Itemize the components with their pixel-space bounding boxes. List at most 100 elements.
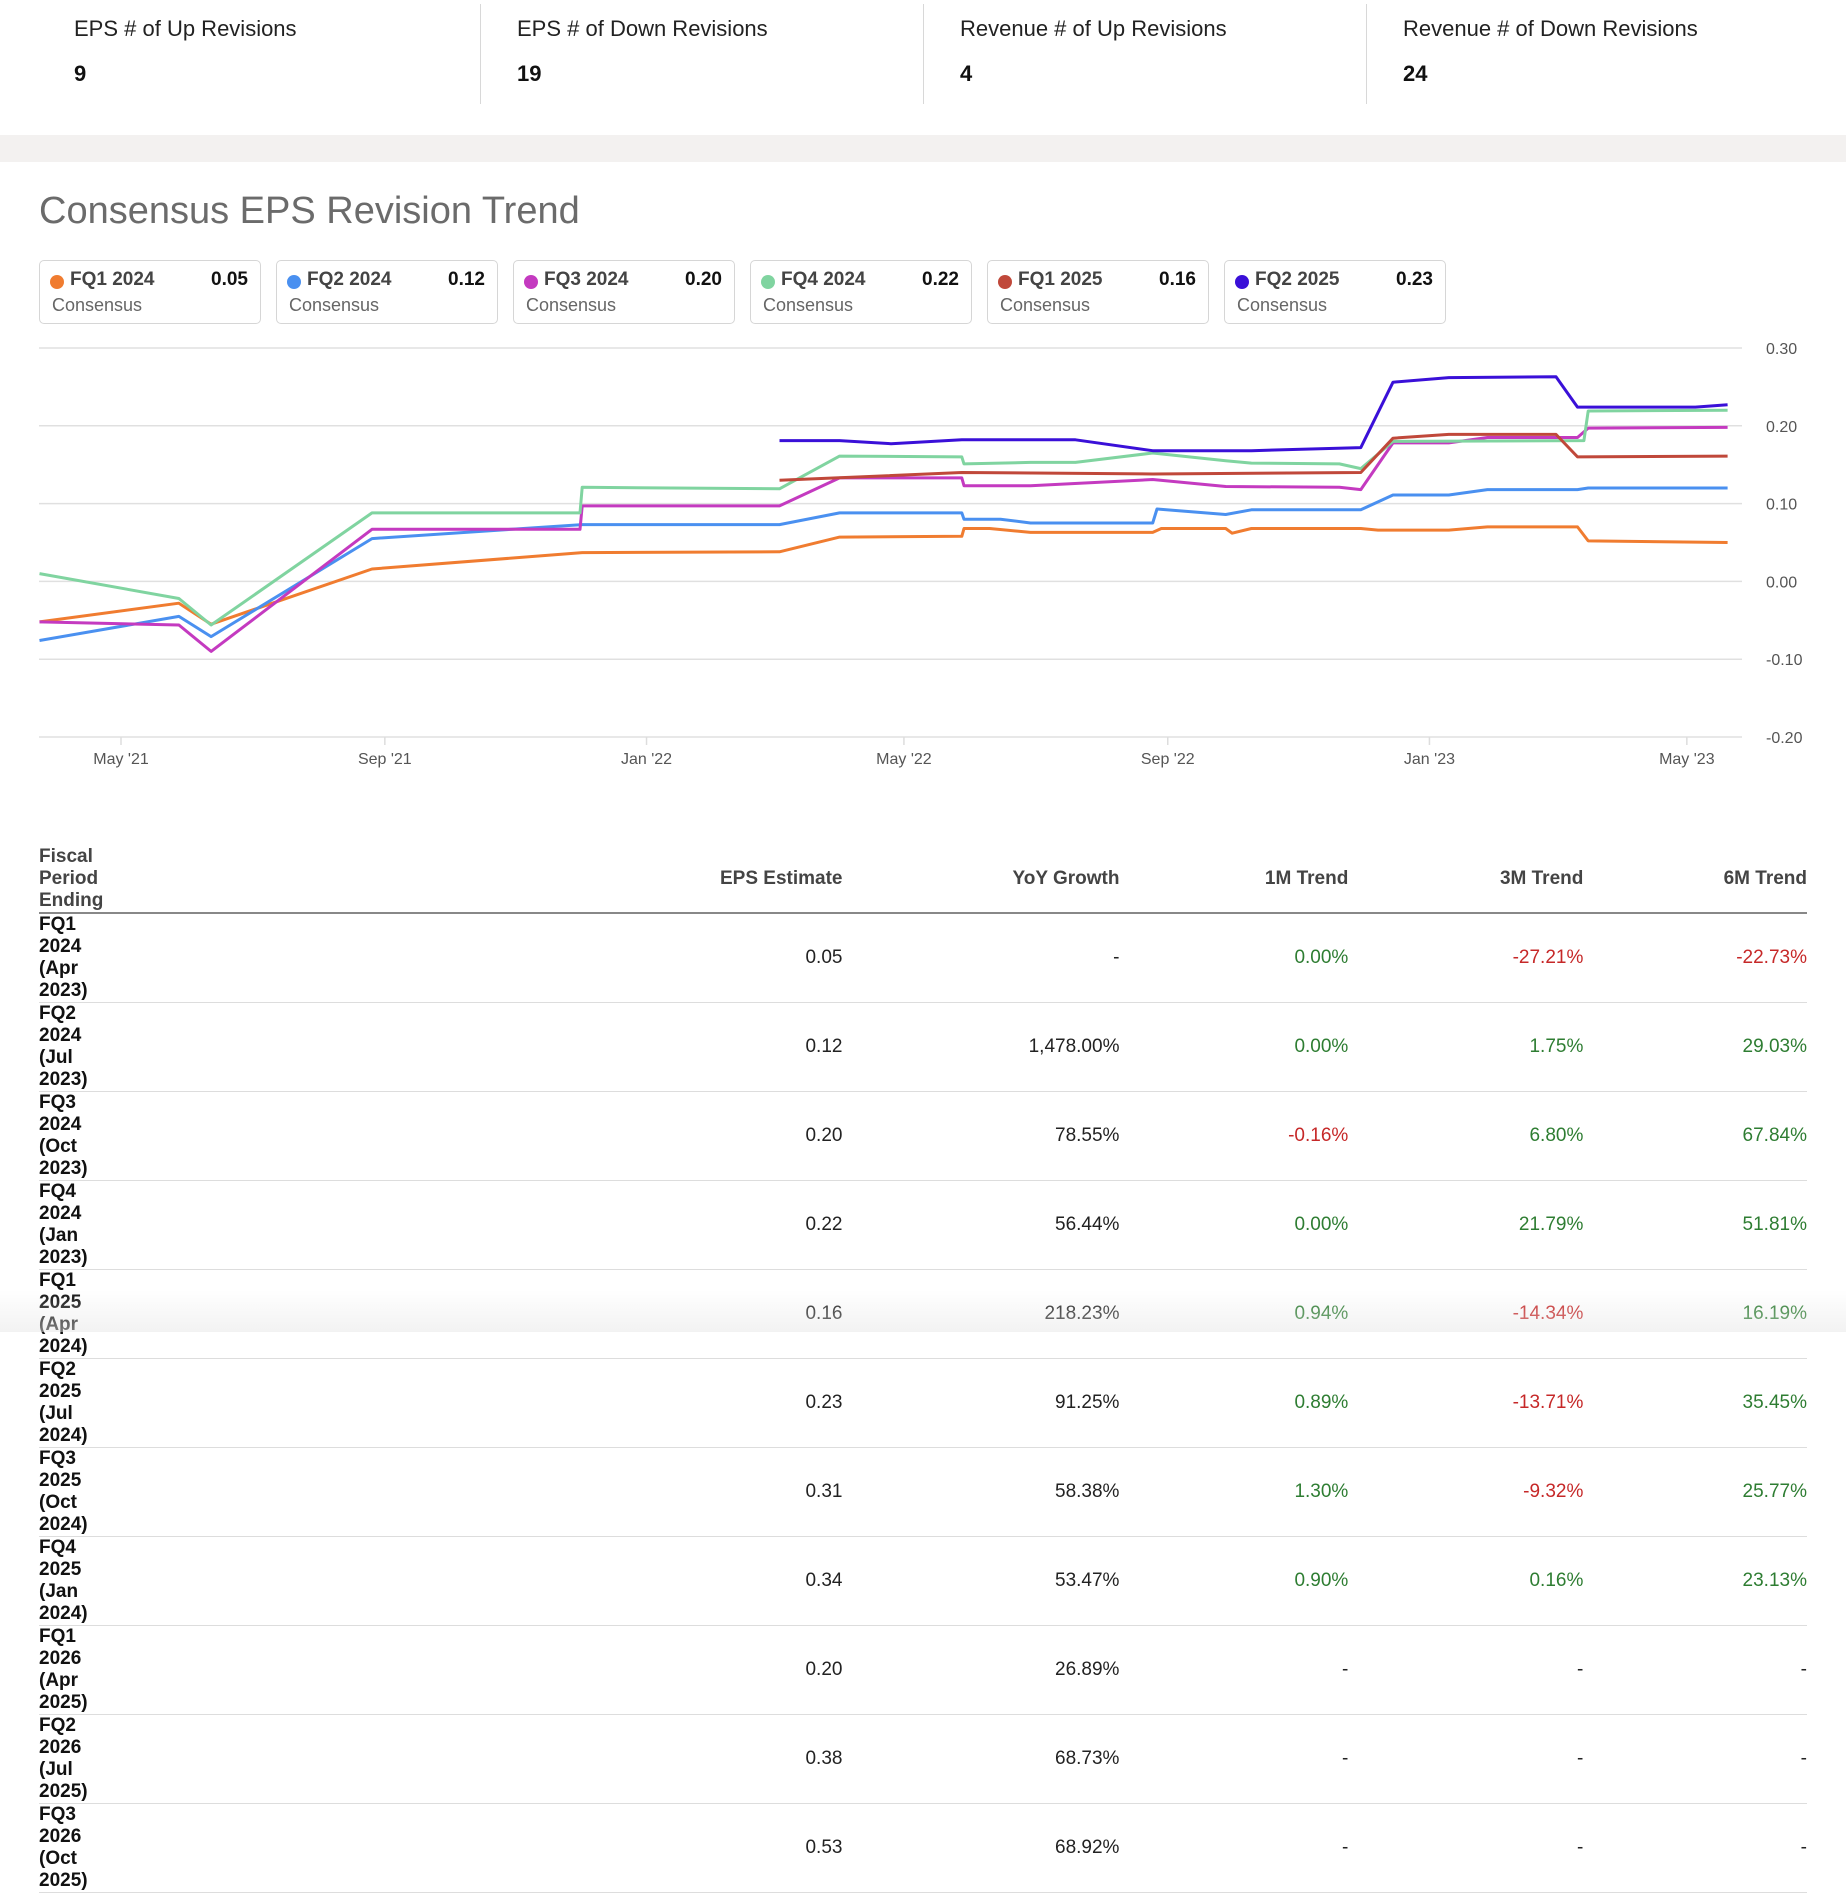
column-header[interactable]: Fiscal Period Ending <box>39 846 103 914</box>
table-cell: 0.31 <box>103 1447 843 1537</box>
table-cell: - <box>842 913 1120 1003</box>
table-cell: 21.79% <box>1348 1180 1584 1270</box>
table-cell: FQ2 2025 (Jul 2024) <box>39 1358 104 1448</box>
table-cell: - <box>1119 1714 1349 1804</box>
table-cell: FQ3 2024 (Oct 2023) <box>39 1091 104 1181</box>
table-cell: 0.05 <box>103 913 843 1003</box>
table-cell: 0.89% <box>1119 1358 1349 1448</box>
table-cell: FQ1 2024 (Apr 2023) <box>39 913 104 1003</box>
table-cell: 56.44% <box>842 1180 1120 1270</box>
table-row: FQ1 2025 (Apr 2024) 0.16 218.23% 0.94% -14.3… <box>39 1269 1807 1359</box>
eps-estimates-table: Fiscal Period Ending EPS Estimate YoY Grow… <box>39 846 1807 1893</box>
x-tick-label: May '22 <box>876 751 932 768</box>
table-cell: - <box>1583 1803 1807 1893</box>
table-cell: FQ2 2024 (Jul 2023) <box>39 1002 104 1092</box>
table-cell: FQ1 2025 (Apr 2024) <box>39 1269 104 1359</box>
x-tick-label: May '23 <box>1659 751 1715 768</box>
table-cell: 0.94% <box>1119 1269 1349 1359</box>
table-row: FQ3 2026 (Oct 2025) 0.53 68.92% - - - <box>39 1803 1807 1893</box>
table-cell: -9.32% <box>1348 1447 1584 1537</box>
table-cell: -14.34% <box>1348 1269 1584 1359</box>
x-tick-label: Sep '22 <box>1141 751 1195 768</box>
y-tick-label: 0.00 <box>1766 574 1797 591</box>
table-cell: 78.55% <box>842 1091 1120 1181</box>
table-row: FQ4 2025 (Jan 2024) 0.34 53.47% 0.90% 0.16% 2… <box>39 1536 1807 1626</box>
y-tick-label: -0.20 <box>1766 730 1803 747</box>
x-tick-label: Jan '22 <box>621 751 672 768</box>
table-cell: -13.71% <box>1348 1358 1584 1448</box>
table-cell: - <box>1119 1625 1349 1715</box>
y-tick-label: -0.10 <box>1766 652 1803 669</box>
column-header[interactable]: 6M Trend <box>1583 846 1807 914</box>
table-cell: -27.21% <box>1348 913 1584 1003</box>
table-cell: 0.90% <box>1119 1536 1349 1626</box>
table-cell: -0.16% <box>1119 1091 1349 1181</box>
table-row: FQ3 2024 (Oct 2023) 0.20 78.55% -0.16% 6.80%… <box>39 1091 1807 1181</box>
table-row: FQ2 2026 (Jul 2025) 0.38 68.73% - - - <box>39 1714 1807 1804</box>
table-cell: 0.20 <box>103 1625 843 1715</box>
table-cell: FQ2 2026 (Jul 2025) <box>39 1714 104 1804</box>
table-cell: 16.19% <box>1583 1269 1807 1359</box>
table-cell: FQ4 2025 (Jan 2024) <box>39 1536 104 1626</box>
table-cell: FQ3 2025 (Oct 2024) <box>39 1447 104 1537</box>
table-cell: - <box>1583 1714 1807 1804</box>
table-row: FQ4 2024 (Jan 2023) 0.22 56.44% 0.00% 21.79%… <box>39 1180 1807 1270</box>
table-cell: 218.23% <box>842 1269 1120 1359</box>
table-cell: FQ1 2026 (Apr 2025) <box>39 1625 104 1715</box>
table-cell: FQ3 2026 (Oct 2025) <box>39 1803 104 1893</box>
table-cell: 29.03% <box>1583 1002 1807 1092</box>
table-row: FQ2 2025 (Jul 2024) 0.23 91.25% 0.89% -13.71… <box>39 1358 1807 1448</box>
table-cell: 68.73% <box>842 1714 1120 1804</box>
y-tick-label: 0.30 <box>1766 341 1797 358</box>
table-cell: -22.73% <box>1583 913 1807 1003</box>
x-tick-label: May '21 <box>93 751 149 768</box>
table-cell: 0.23 <box>103 1358 843 1448</box>
table-row: FQ2 2024 (Jul 2023) 0.12 1,478.00% 0.00% 1.7… <box>39 1002 1807 1092</box>
table-cell: 0.16% <box>1348 1536 1584 1626</box>
table-cell: 0.16 <box>103 1269 843 1359</box>
table-cell: 67.84% <box>1583 1091 1807 1181</box>
table-cell: 35.45% <box>1583 1358 1807 1448</box>
table-cell: 1.75% <box>1348 1002 1584 1092</box>
table-cell: 23.13% <box>1583 1536 1807 1626</box>
table-cell: 0.12 <box>103 1002 843 1092</box>
table-cell: 51.81% <box>1583 1180 1807 1270</box>
y-tick-label: 0.10 <box>1766 497 1797 514</box>
table-row: FQ1 2024 (Apr 2023) 0.05-0.00% -27.21% -22.… <box>39 913 1807 1003</box>
table-cell: 0.38 <box>103 1714 843 1804</box>
table-cell: - <box>1119 1803 1349 1893</box>
table-cell: 0.00% <box>1119 913 1349 1003</box>
table-cell: 0.20 <box>103 1091 843 1181</box>
table-cell: 68.92% <box>842 1803 1120 1893</box>
table-cell: 1,478.00% <box>842 1002 1120 1092</box>
table-cell: 0.22 <box>103 1180 843 1270</box>
table-row: FQ1 2026 (Apr 2025) 0.20 26.89% - - - <box>39 1625 1807 1715</box>
column-header[interactable]: 3M Trend <box>1348 846 1584 914</box>
table-cell: FQ4 2024 (Jan 2023) <box>39 1180 104 1270</box>
table-cell: 53.47% <box>842 1536 1120 1626</box>
y-tick-label: 0.20 <box>1766 419 1797 436</box>
table-cell: 6.80% <box>1348 1091 1584 1181</box>
table-cell: 0.53 <box>103 1803 843 1893</box>
table-cell: - <box>1348 1714 1584 1804</box>
x-tick-label: Jan '23 <box>1404 751 1455 768</box>
table-cell: 1.30% <box>1119 1447 1349 1537</box>
table-cell: - <box>1348 1625 1584 1715</box>
column-header[interactable]: YoY Growth <box>842 846 1120 914</box>
table-cell: - <box>1583 1625 1807 1715</box>
table-row: FQ3 2025 (Oct 2024) 0.31 58.38% 1.30% -9.32%… <box>39 1447 1807 1537</box>
table-cell: 0.00% <box>1119 1002 1349 1092</box>
series-line-fq3-2024 <box>39 425 1728 653</box>
eps-revision-chart: 0.30 0.20 0.10 0.00 -0.10 -0.20 May '21 Sep '21… <box>39 341 1803 768</box>
x-tick-label: Sep '21 <box>358 751 412 768</box>
column-header[interactable]: EPS Estimate <box>103 846 843 914</box>
series-line-fq1-2024 <box>39 525 1728 626</box>
series-line-fq2-2024 <box>39 486 1728 642</box>
table-cell: 58.38% <box>842 1447 1120 1537</box>
table-cell: 0.00% <box>1119 1180 1349 1270</box>
table-cell: 26.89% <box>842 1625 1120 1715</box>
column-header[interactable]: 1M Trend <box>1119 846 1349 914</box>
table-cell: - <box>1348 1803 1584 1893</box>
table-cell: 91.25% <box>842 1358 1120 1448</box>
table-cell: 0.34 <box>103 1536 843 1626</box>
